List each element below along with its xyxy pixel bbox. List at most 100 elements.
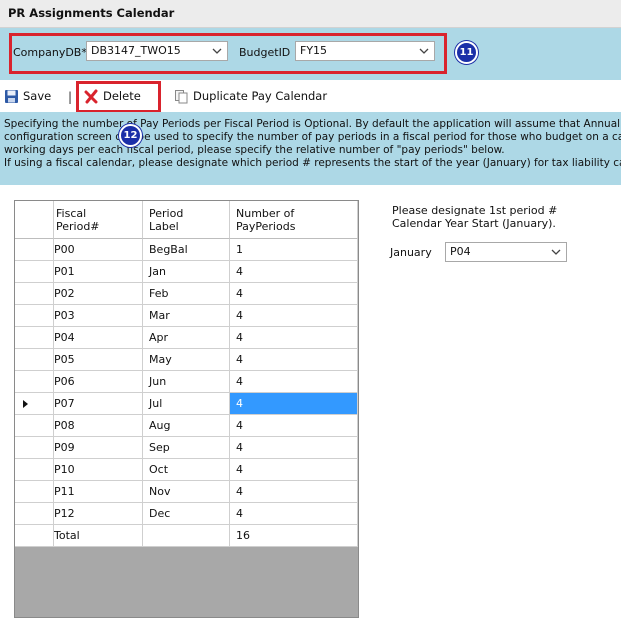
row-header[interactable]	[15, 283, 54, 305]
cell-pay-periods[interactable]: 4	[230, 393, 358, 415]
table-row[interactable]: Total 16	[15, 525, 358, 547]
save-button[interactable]: Save	[4, 89, 59, 105]
duplicate-pay-calendar-button[interactable]: Duplicate Pay Calendar	[174, 89, 328, 105]
chevron-down-icon	[551, 249, 561, 255]
title-bar: PR Assignments Calendar	[0, 0, 621, 28]
cell-fiscal-period[interactable]: P05	[54, 349, 143, 371]
cell-period-label[interactable]: Sep	[143, 437, 230, 459]
cell-period-label[interactable]: Oct	[143, 459, 230, 481]
cell-pay-periods[interactable]: 4	[230, 437, 358, 459]
table-row[interactable]: P05 May 4	[15, 349, 358, 371]
row-header[interactable]	[15, 261, 54, 283]
cell-fiscal-period[interactable]: P01	[54, 261, 143, 283]
table-row[interactable]: P06 Jun 4	[15, 371, 358, 393]
table-row[interactable]: P02 Feb 4	[15, 283, 358, 305]
budget-id-select[interactable]: FY15	[295, 41, 435, 61]
cell-period-label[interactable]: Aug	[143, 415, 230, 437]
cell-fiscal-period[interactable]: P00	[54, 239, 143, 261]
info-line-2: configuration screen can be used to spec…	[4, 131, 621, 143]
table-row[interactable]: P09 Sep 4	[15, 437, 358, 459]
row-header[interactable]	[15, 437, 54, 459]
cell-fiscal-period[interactable]: P06	[54, 371, 143, 393]
cell-fiscal-period[interactable]: P04	[54, 327, 143, 349]
floppy-disk-icon	[5, 90, 18, 103]
cell-period-label[interactable]: Apr	[143, 327, 230, 349]
cell-period-label[interactable]: Jan	[143, 261, 230, 283]
column-header-fiscal-period[interactable]: Fiscal Period#	[54, 201, 143, 239]
cell-fiscal-period[interactable]: P03	[54, 305, 143, 327]
column-header-number-of-payperiods[interactable]: Number of PayPeriods	[230, 201, 358, 239]
cell-pay-periods[interactable]: 1	[230, 239, 358, 261]
budget-id-label: BudgetID	[239, 46, 291, 59]
table-row[interactable]: P04 Apr 4	[15, 327, 358, 349]
pay-periods-grid: Fiscal Period# Period Label Number of Pa…	[14, 200, 359, 618]
cell-pay-periods[interactable]: 4	[230, 503, 358, 525]
cell-period-label[interactable]: Nov	[143, 481, 230, 503]
callout-badge-12: 12	[119, 124, 142, 147]
cell-pay-periods[interactable]: 4	[230, 349, 358, 371]
cell-pay-periods[interactable]: 4	[230, 261, 358, 283]
cell-period-label[interactable]: Mar	[143, 305, 230, 327]
table-row[interactable]: P08 Aug 4	[15, 415, 358, 437]
row-header[interactable]	[15, 393, 54, 415]
table-row[interactable]: P12 Dec 4	[15, 503, 358, 525]
red-x-icon	[84, 89, 98, 104]
january-label: January	[390, 246, 432, 259]
cell-pay-periods[interactable]: 4	[230, 283, 358, 305]
table-row[interactable]: P03 Mar 4	[15, 305, 358, 327]
cell-fiscal-period[interactable]: P02	[54, 283, 143, 305]
cell-fiscal-period[interactable]: P07	[54, 393, 143, 415]
cell-pay-periods[interactable]: 4	[230, 481, 358, 503]
cell-fiscal-period[interactable]: P12	[54, 503, 143, 525]
cell-period-label[interactable]: BegBal	[143, 239, 230, 261]
cell-pay-periods[interactable]: 16	[230, 525, 358, 547]
cell-period-label[interactable]: Feb	[143, 283, 230, 305]
row-header[interactable]	[15, 305, 54, 327]
row-header[interactable]	[15, 349, 54, 371]
table-row[interactable]: P07 Jul 4	[15, 393, 358, 415]
table-row[interactable]: P10 Oct 4	[15, 459, 358, 481]
delete-button[interactable]: Delete	[84, 89, 154, 105]
duplicate-pay-calendar-label: Duplicate Pay Calendar	[193, 89, 328, 103]
row-header[interactable]	[15, 459, 54, 481]
row-header[interactable]	[15, 503, 54, 525]
company-db-label: CompanyDB*	[13, 46, 87, 59]
window-title: PR Assignments Calendar	[8, 6, 175, 20]
callout-badge-11: 11	[455, 41, 478, 64]
january-period-select[interactable]: P04	[445, 242, 567, 262]
row-header[interactable]	[15, 525, 54, 547]
cell-period-label[interactable]: Dec	[143, 503, 230, 525]
budget-id-value: FY15	[300, 44, 328, 57]
cell-fiscal-period[interactable]: P08	[54, 415, 143, 437]
column-header-period-label[interactable]: Period Label	[143, 201, 230, 239]
row-header[interactable]	[15, 327, 54, 349]
company-db-value: DB3147_TWO15	[91, 44, 181, 57]
row-header[interactable]	[15, 481, 54, 503]
current-row-marker-icon	[23, 400, 28, 408]
info-line-4: If using a fiscal calendar, please desig…	[4, 157, 621, 169]
cell-fiscal-period[interactable]: Total	[54, 525, 143, 547]
cell-period-label[interactable]: Jun	[143, 371, 230, 393]
table-row[interactable]: P11 Nov 4	[15, 481, 358, 503]
cell-pay-periods[interactable]: 4	[230, 415, 358, 437]
toolbar-separator: |	[68, 90, 73, 104]
row-header[interactable]	[15, 371, 54, 393]
cell-period-label[interactable]: May	[143, 349, 230, 371]
table-row[interactable]: P00 BegBal 1	[15, 239, 358, 261]
cell-period-label[interactable]: Jul	[143, 393, 230, 415]
cell-fiscal-period[interactable]: P09	[54, 437, 143, 459]
header-line: PayPeriods	[236, 220, 296, 233]
header-line: Period#	[56, 220, 100, 233]
cell-pay-periods[interactable]: 4	[230, 327, 358, 349]
cell-pay-periods[interactable]: 4	[230, 371, 358, 393]
row-header[interactable]	[15, 415, 54, 437]
company-db-select[interactable]: DB3147_TWO15	[86, 41, 228, 61]
cell-pay-periods[interactable]: 4	[230, 305, 358, 327]
cell-fiscal-period[interactable]: P10	[54, 459, 143, 481]
cell-pay-periods[interactable]: 4	[230, 459, 358, 481]
row-header[interactable]	[15, 239, 54, 261]
cell-fiscal-period[interactable]: P11	[54, 481, 143, 503]
info-line-3: working days per each fiscal period, ple…	[4, 144, 505, 156]
cell-period-label[interactable]	[143, 525, 230, 547]
table-row[interactable]: P01 Jan 4	[15, 261, 358, 283]
